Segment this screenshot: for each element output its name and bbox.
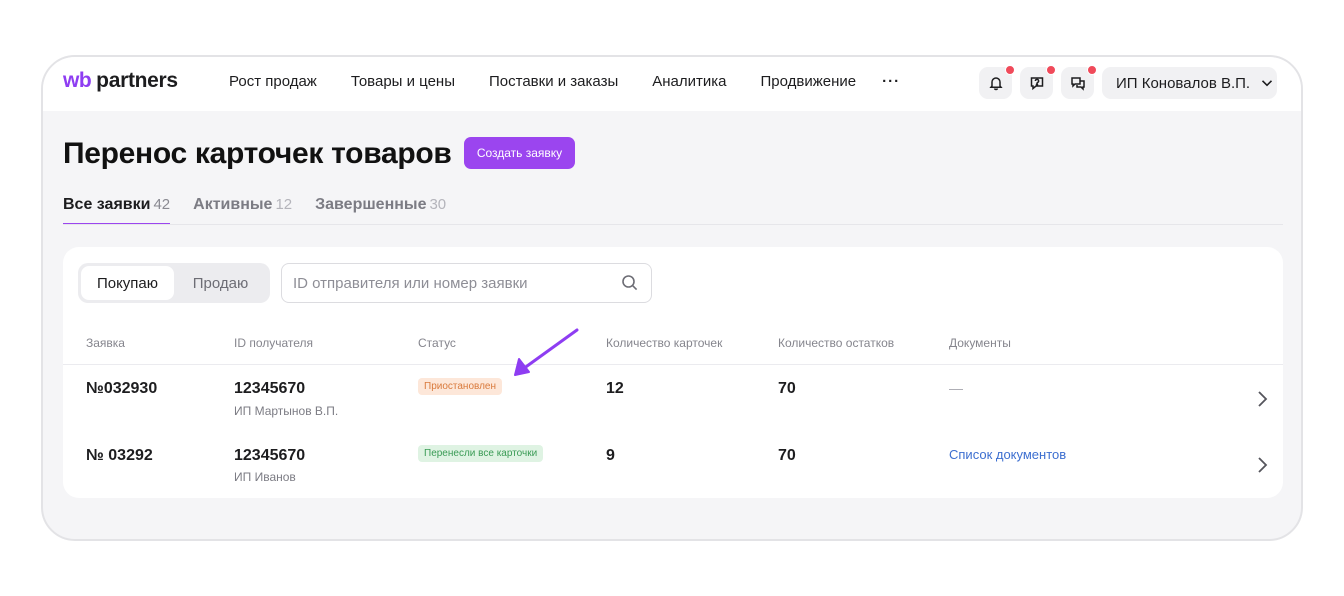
requests-card: Покупаю Продаю ID отправителя или номер … [63, 247, 1283, 498]
notifications-button[interactable] [979, 65, 1015, 99]
buy-sell-toggle: Покупаю Продаю [78, 263, 270, 303]
nav-more-button[interactable]: ··· [882, 73, 900, 90]
recipient-name: ИП Иванов [234, 470, 296, 484]
chevron-down-icon [1262, 80, 1273, 87]
nav-item-promotion[interactable]: Продвижение [761, 73, 857, 90]
create-request-button[interactable]: Создать заявку [464, 137, 575, 169]
status-badge: Перенесли все карточки [418, 445, 544, 462]
tab-count: 30 [429, 196, 447, 213]
wb-partners-logo[interactable]: wb partners [63, 69, 178, 97]
nav-item-sales-growth[interactable]: Рост продаж [229, 73, 317, 90]
recipient-id: 12345670 [234, 380, 306, 397]
stock-count: 70 [778, 380, 796, 397]
logo-partners: partners [96, 69, 178, 92]
column-header-stock-count: Количество остатков [778, 336, 895, 350]
column-header-cards-count: Количество карточек [606, 336, 723, 350]
app-window: wb partners Рост продаж Товары и цены По… [41, 55, 1303, 541]
tab-label: Все заявки [63, 196, 151, 213]
help-dot [1046, 65, 1056, 75]
tab-count: 42 [153, 196, 171, 213]
request-tabs: Все заявки 42 Активные 12 Завершенные 30 [63, 196, 446, 225]
messages-button[interactable] [1061, 65, 1097, 99]
tab-active[interactable]: Активные 12 [193, 196, 292, 225]
chevron-right-icon[interactable] [1256, 456, 1268, 474]
cards-count: 12 [606, 380, 624, 397]
messages-icon [1070, 77, 1085, 91]
request-number: № 03292 [86, 447, 153, 464]
tab-count: 12 [275, 196, 293, 213]
segment-buying[interactable]: Покупаю [81, 266, 174, 300]
recipient-name: ИП Мартынов В.П. [234, 404, 339, 418]
request-number: №032930 [86, 380, 158, 397]
logo-wb: wb [63, 69, 92, 92]
header-divider [63, 364, 1283, 365]
recipient-id: 12345670 [234, 447, 306, 464]
chevron-right-icon[interactable] [1256, 390, 1268, 408]
search-input-placeholder: ID отправителя или номер заявки [293, 274, 528, 292]
notification-dot [1005, 65, 1015, 75]
tab-label: Активные [193, 196, 273, 213]
column-header-recipient-id: ID получателя [234, 336, 314, 350]
user-menu-button[interactable]: ИП Коновалов В.П. [1102, 67, 1277, 99]
help-button[interactable] [1020, 65, 1056, 99]
tab-label: Завершенные [315, 196, 427, 213]
documents-empty: — [949, 380, 963, 396]
segment-selling[interactable]: Продаю [174, 266, 267, 300]
nav-item-products-prices[interactable]: Товары и цены [351, 73, 455, 90]
tab-all-requests[interactable]: Все заявки 42 [63, 196, 171, 225]
search-field[interactable]: ID отправителя или номер заявки [281, 263, 652, 303]
messages-dot [1087, 65, 1097, 75]
nav-item-supplies-orders[interactable]: Поставки и заказы [489, 73, 618, 90]
tab-completed[interactable]: Завершенные 30 [315, 196, 446, 225]
top-navigation-bar: wb partners Рост продаж Товары и цены По… [43, 57, 1301, 111]
status-badge: Приостановлен [418, 378, 503, 395]
cards-count: 9 [606, 447, 615, 464]
column-header-status: Статус [418, 336, 456, 350]
search-icon[interactable] [621, 274, 639, 292]
column-header-documents: Документы [949, 336, 1011, 350]
documents-list-link[interactable]: Список документов [949, 447, 1066, 462]
help-chat-icon [1030, 77, 1043, 91]
stock-count: 70 [778, 447, 796, 464]
user-name: ИП Коновалов В.П. [1116, 74, 1251, 92]
nav-item-analytics[interactable]: Аналитика [652, 73, 726, 90]
bell-icon [988, 77, 1003, 91]
main-nav: Рост продаж Товары и цены Поставки и зак… [229, 73, 900, 90]
column-header-request: Заявка [86, 336, 125, 350]
page-title: Перенос карточек товаров [63, 137, 452, 170]
tabs-divider [63, 224, 1283, 225]
